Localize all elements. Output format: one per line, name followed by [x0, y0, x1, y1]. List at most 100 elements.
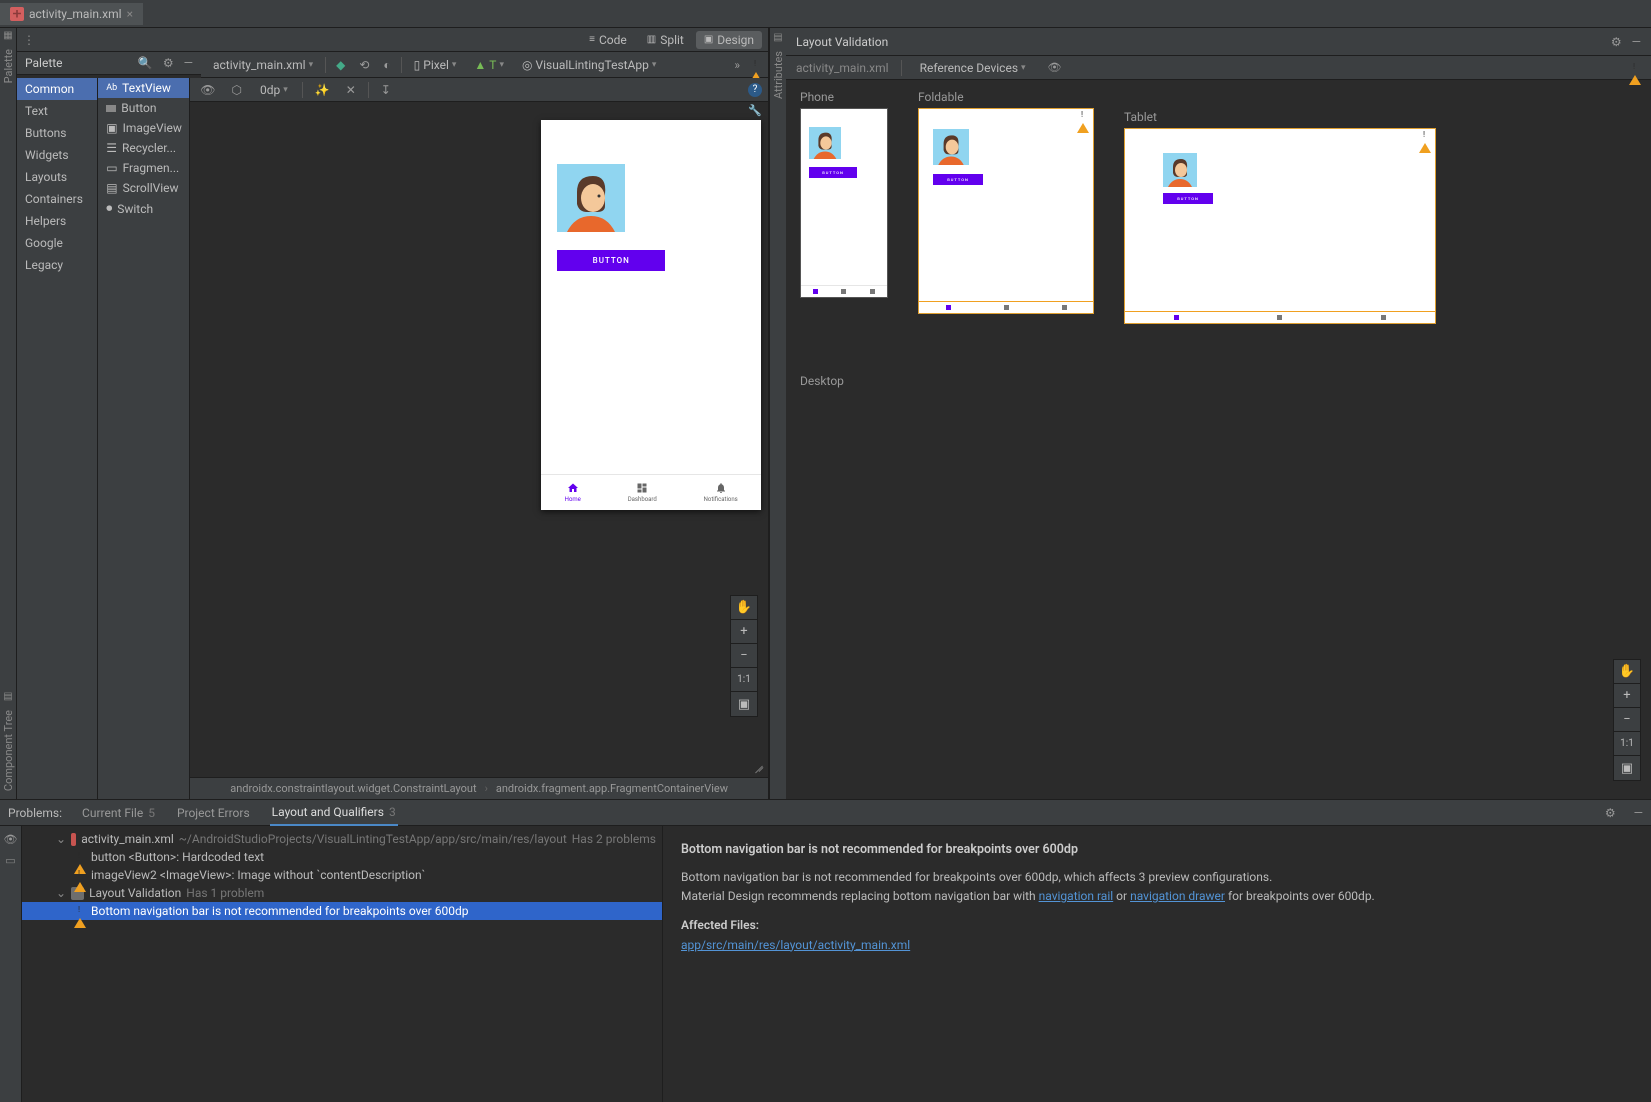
- component-scrollview[interactable]: ▤ScrollView: [98, 178, 189, 198]
- toolbar-view-options-icon[interactable]: 👁: [196, 81, 219, 99]
- component-switch[interactable]: ⏺Switch: [98, 198, 189, 219]
- validation-collapse-icon[interactable]: —: [1632, 35, 1641, 49]
- palette-rail-label[interactable]: Palette: [2, 49, 15, 83]
- component-tree-rail-label[interactable]: Component Tree: [2, 710, 15, 791]
- preview-phone[interactable]: BUTTON: [800, 108, 888, 298]
- wrench-icon[interactable]: 🔧: [748, 104, 762, 117]
- toolbar-orientation-icon[interactable]: ⟲: [355, 56, 373, 74]
- palette-collapse-icon[interactable]: —: [184, 56, 193, 70]
- problems-tab-current[interactable]: Current File5: [80, 801, 157, 825]
- warning-icon[interactable]: [1077, 109, 1093, 125]
- design-toolbar-2: 👁 ⬡ 0dp▾ ✨ ✕ ↧ ?: [190, 78, 768, 102]
- palette-cat-buttons[interactable]: Buttons: [17, 122, 97, 144]
- palette-rail-icon[interactable]: ▦: [3, 30, 12, 41]
- zoom-pan-button[interactable]: ✋: [731, 596, 757, 620]
- toolbar-surface-icon[interactable]: ◆: [332, 56, 349, 74]
- device-preview-main[interactable]: BUTTON Home Dashboard: [541, 120, 761, 510]
- view-mode-code[interactable]: ≡Code: [581, 31, 635, 49]
- file-tab-activity-main[interactable]: activity_main.xml ×: [0, 3, 143, 25]
- problems-view-icon[interactable]: [4, 832, 18, 846]
- tree-problem-bottomnav[interactable]: Bottom navigation bar is not recommended…: [22, 902, 662, 920]
- validation-zoom-controls: ✋ + − 1:1 ▣: [1613, 659, 1641, 781]
- palette-cat-helpers[interactable]: Helpers: [17, 210, 97, 232]
- nav-rail-link[interactable]: navigation rail: [1039, 889, 1114, 903]
- more-icon[interactable]: ⋮: [23, 33, 35, 47]
- preview-label-desktop: Desktop: [800, 374, 1637, 388]
- attributes-rail-icon[interactable]: ▤: [773, 32, 782, 43]
- toolbar-clear-icon[interactable]: ✕: [342, 81, 360, 99]
- palette-cat-legacy[interactable]: Legacy: [17, 254, 97, 276]
- tree-layoutval-row[interactable]: ⌄ Layout Validation Has 1 problem: [22, 884, 662, 902]
- palette-cat-widgets[interactable]: Widgets: [17, 144, 97, 166]
- problem-detail-pane: Bottom navigation bar is not recommended…: [662, 826, 1651, 1102]
- palette-cat-google[interactable]: Google: [17, 232, 97, 254]
- view-mode-split[interactable]: ▥Split: [639, 31, 692, 49]
- palette-cat-layouts[interactable]: Layouts: [17, 166, 97, 188]
- tree-problem-contentdesc[interactable]: imageView2 <ImageView>: Image without `c…: [22, 866, 662, 884]
- attributes-rail-label[interactable]: Attributes: [772, 51, 785, 99]
- toolbar-night-icon[interactable]: ◐: [379, 56, 394, 74]
- preview-label-foldable: Foldable: [918, 90, 1094, 104]
- palette-settings-icon[interactable]: ⚙: [163, 56, 174, 70]
- affected-file-link[interactable]: app/src/main/res/layout/activity_main.xm…: [681, 938, 910, 952]
- toolbar-wand-icon[interactable]: ✨: [311, 81, 334, 99]
- view-mode-design[interactable]: ▣Design: [696, 31, 762, 49]
- palette-search-icon[interactable]: 🔍: [138, 56, 153, 70]
- toolbar-device-dropdown[interactable]: ▯ Pixel▾: [408, 56, 463, 74]
- component-recyclerview[interactable]: ☰Recycler...: [98, 138, 189, 158]
- palette-header: Palette 🔍 ⚙ —: [17, 52, 201, 75]
- tree-problem-hardcoded[interactable]: button <Button>: Hardcoded text: [22, 848, 662, 866]
- toolbar-warning-badge[interactable]: [750, 58, 762, 72]
- toolbar-margin-dropdown[interactable]: 0dp▾: [254, 81, 294, 99]
- palette-cat-common[interactable]: Common: [17, 78, 97, 100]
- toolbar-file-dropdown[interactable]: activity_main.xml▾: [207, 56, 319, 74]
- chevron-down-icon: ⌄: [56, 832, 66, 846]
- zoom-fit-button[interactable]: 1:1: [731, 668, 757, 692]
- zoom-in-button[interactable]: +: [1614, 684, 1640, 708]
- problems-tab-project[interactable]: Project Errors: [175, 801, 252, 825]
- component-fragment[interactable]: ▭Fragmen...: [98, 158, 189, 178]
- component-button[interactable]: Button: [98, 98, 189, 118]
- problems-collapse-icon[interactable]: —: [1634, 806, 1643, 820]
- design-canvas[interactable]: 🔧 BUTTON: [190, 102, 768, 777]
- zoom-out-button[interactable]: −: [1614, 708, 1640, 732]
- palette-cat-text[interactable]: Text: [17, 100, 97, 122]
- validation-warning-badge[interactable]: [1629, 61, 1641, 75]
- preview-bottom-nav: Home Dashboard Notifications: [541, 474, 761, 510]
- validation-settings-icon[interactable]: ⚙: [1611, 35, 1622, 49]
- zoom-pan-button[interactable]: ✋: [1614, 660, 1640, 684]
- validation-devices-dropdown[interactable]: Reference Devices▾: [914, 59, 1032, 77]
- zoom-actual-button[interactable]: ▣: [731, 692, 757, 716]
- toolbar-align-icon[interactable]: ↧: [377, 81, 395, 99]
- validation-visibility-icon[interactable]: [1044, 59, 1066, 76]
- left-tool-rail: ▦ Palette ▤ Component Tree: [0, 28, 17, 799]
- problems-label: Problems:: [8, 806, 62, 820]
- tree-file-row[interactable]: ⌄ activity_main.xml ~/AndroidStudioProje…: [22, 830, 662, 848]
- component-imageview[interactable]: ▣ImageView: [98, 118, 189, 138]
- bell-icon: [715, 482, 727, 494]
- close-tab-icon[interactable]: ×: [127, 7, 133, 21]
- warning-icon[interactable]: [1419, 129, 1435, 145]
- palette-cat-containers[interactable]: Containers: [17, 188, 97, 210]
- preview-tablet[interactable]: BUTTON: [1124, 128, 1436, 324]
- breadcrumb-child[interactable]: androidx.fragment.app.FragmentContainerV…: [496, 782, 728, 795]
- zoom-out-button[interactable]: −: [731, 644, 757, 668]
- toolbar-info-icon[interactable]: ?: [748, 83, 762, 97]
- validation-previews[interactable]: Phone BUTTON Foldable: [786, 80, 1651, 799]
- breadcrumb-root[interactable]: androidx.constraintlayout.widget.Constra…: [230, 782, 476, 795]
- problems-tab-layout[interactable]: Layout and Qualifiers3: [270, 800, 398, 826]
- preview-foldable[interactable]: BUTTON: [918, 108, 1094, 314]
- toolbar-magnet-icon[interactable]: ⬡: [227, 81, 245, 99]
- zoom-actual-button[interactable]: ▣: [1614, 756, 1640, 780]
- canvas-resize-handle[interactable]: [752, 761, 764, 773]
- toolbar-theme-dropdown[interactable]: ▲ T▾: [468, 56, 510, 74]
- zoom-fit-button[interactable]: 1:1: [1614, 732, 1640, 756]
- zoom-in-button[interactable]: +: [731, 620, 757, 644]
- component-tree-rail-icon[interactable]: ▤: [3, 691, 12, 702]
- problems-settings-icon[interactable]: ⚙: [1605, 806, 1616, 820]
- problems-filter-icon[interactable]: ▭: [5, 854, 15, 867]
- toolbar-overflow-icon[interactable]: »: [730, 56, 744, 74]
- toolbar-app-dropdown[interactable]: ◎ VisualLintingTestApp▾: [516, 56, 662, 74]
- nav-drawer-link[interactable]: navigation drawer: [1130, 889, 1225, 903]
- component-textview[interactable]: AbTextView: [98, 78, 189, 98]
